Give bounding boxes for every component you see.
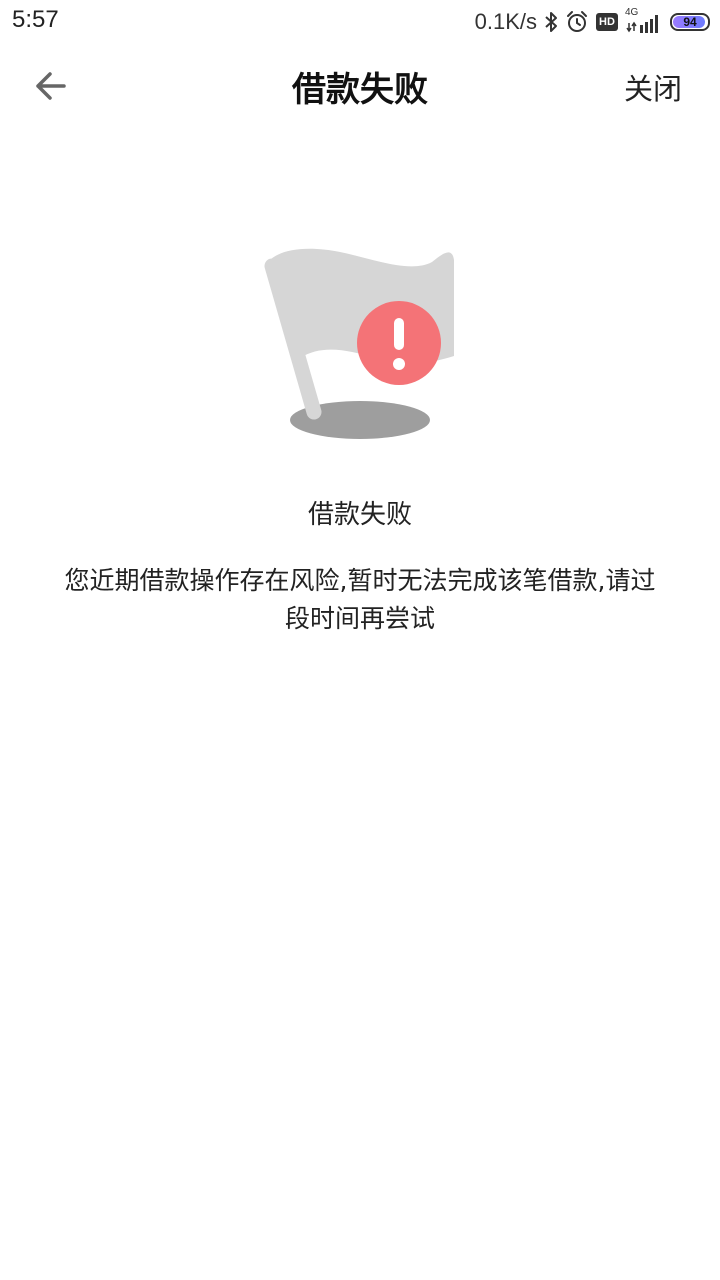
battery-level: 94 <box>683 15 697 29</box>
nav-bar: 借款失败 关闭 <box>0 44 720 128</box>
result-message: 您近期借款操作存在风险,暂时无法完成该笔借款,请过段时间再尝试 <box>64 566 656 633</box>
status-bar: 5:57 0.1K/s HD 4G 94 <box>0 0 720 44</box>
exclamation-bar <box>394 318 404 350</box>
exclamation-dot <box>393 358 405 370</box>
flag-error-icon <box>260 240 460 450</box>
status-icons: 0.1K/s HD 4G 94 <box>475 6 710 38</box>
close-button[interactable]: 关闭 <box>624 66 682 108</box>
page-title: 借款失败 <box>292 70 428 110</box>
arrow-left-icon <box>36 72 66 100</box>
network-speed: 0.1K/s <box>474 9 537 34</box>
bluetooth-icon <box>544 11 558 33</box>
back-button[interactable] <box>26 62 78 110</box>
signal-icon: 4G <box>625 7 663 35</box>
result-title: 借款失败 <box>307 500 412 530</box>
alarm-icon <box>565 10 589 34</box>
battery-icon: 94 <box>670 13 710 31</box>
hd-icon: HD <box>596 13 618 31</box>
status-time: 5:57 <box>12 6 59 33</box>
